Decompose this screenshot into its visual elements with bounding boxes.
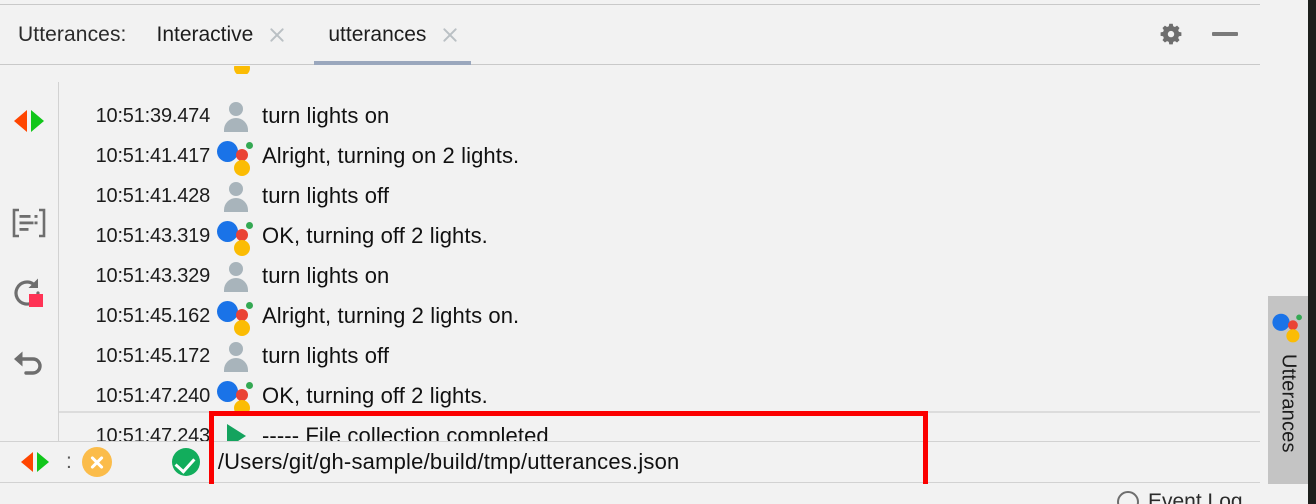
play-icon: [210, 424, 262, 441]
user-icon: [210, 181, 262, 212]
tab-utterances[interactable]: utterances: [314, 5, 472, 65]
tool-window-title: Utterances:: [18, 22, 127, 46]
log-message: OK, turning off 2 lights.: [262, 383, 488, 408]
user-icon: [210, 101, 262, 132]
header-actions: [1158, 22, 1260, 48]
undo-arrow-icon: [12, 350, 46, 385]
log-timestamp: 10:51:41.428: [95, 184, 211, 207]
log-row[interactable]: 10:51:45.162 Alright, turning 2 lights o…: [58, 296, 1260, 336]
tab-label: utterances: [328, 22, 427, 46]
tab-label: Interactive: [156, 22, 254, 46]
tool-window-button-utterances[interactable]: Utterances: [1268, 296, 1308, 484]
log-timestamp: 10:51:43.319: [95, 224, 211, 247]
log-timestamp: 10:51:41.417: [95, 144, 211, 167]
right-gap: [1260, 0, 1268, 504]
log-timestamp: 10:51:47.240: [95, 384, 211, 407]
assistant-icon: [210, 298, 262, 336]
log-row[interactable]: 10:51:47.240 OK, turning off 2 lights.: [58, 376, 1260, 416]
desktop-edge: [1308, 0, 1316, 504]
event-log-button[interactable]: Event Log: [1117, 490, 1243, 504]
warning-x-circle-icon[interactable]: [81, 447, 112, 477]
wrap-text-icon: [12, 208, 46, 243]
soft-wrap-button[interactable]: [8, 204, 50, 246]
gutter-divider: [58, 82, 59, 444]
log-message: turn lights on: [262, 103, 390, 128]
rerun-with-stop-icon: [12, 277, 46, 314]
log-row[interactable]: 10:51:41.428 turn lights off: [58, 176, 1260, 216]
left-toolbar: [0, 66, 58, 441]
gear-icon[interactable]: [1158, 22, 1184, 48]
status-bar: : /Users/git/gh-sample/build/tmp/utteran…: [0, 441, 1260, 483]
user-icon: [210, 261, 262, 292]
log-timestamp: 10:51:45.162: [95, 304, 211, 327]
partial-assistant-icon: [210, 66, 262, 74]
log-row[interactable]: 10:51:43.319 OK, turning off 2 lights.: [58, 216, 1260, 256]
log-message: Alright, turning on 2 lights.: [262, 143, 520, 168]
rerun-stop-button[interactable]: [8, 274, 50, 316]
log-message: turn lights on: [262, 263, 390, 288]
log-timestamp: 10:51:47.243: [95, 424, 211, 442]
assistant-icon: [210, 218, 262, 256]
active-tab-underline: [314, 60, 472, 65]
log-message: turn lights off: [262, 183, 390, 208]
status-run-button[interactable]: [18, 451, 52, 473]
log-message: ----- File collection completed: [262, 423, 549, 441]
log-output-area[interactable]: 10:51:39.474 turn lights on 10:51:41.417…: [58, 66, 1260, 441]
log-timestamp: 10:51:43.329: [95, 264, 211, 287]
circle-icon: [1117, 491, 1139, 504]
log-row[interactable]: 10:51:41.417 Alright, turning on 2 light…: [58, 136, 1260, 176]
bottom-bar: [0, 484, 1260, 504]
result-line[interactable]: /Users/git/gh-sample/build/tmp/utterance…: [171, 448, 680, 476]
success-check-icon: [171, 448, 200, 476]
close-icon[interactable]: [267, 25, 286, 44]
log-timestamp: 10:51:45.172: [95, 344, 211, 367]
log-timestamp: 10:51:39.474: [95, 104, 211, 127]
result-file-path: /Users/git/gh-sample/build/tmp/utterance…: [217, 449, 680, 474]
close-icon[interactable]: [440, 25, 459, 44]
minimize-icon[interactable]: [1212, 31, 1238, 36]
log-message: Alright, turning 2 lights on.: [262, 303, 520, 328]
ide-tool-window: Utterances: Interactive utterances 10:51…: [0, 0, 1316, 504]
assistant-icon: [1272, 311, 1303, 343]
left-right-triangles-icon: [10, 108, 48, 139]
user-icon: [210, 341, 262, 372]
log-row[interactable]: 10:51:45.172 turn lights off: [58, 336, 1260, 376]
log-message: turn lights off: [262, 343, 390, 368]
log-row[interactable]: 10:51:43.329 turn lights on: [58, 256, 1260, 296]
log-row[interactable]: 10:51:39.474 turn lights on: [58, 96, 1260, 136]
assistant-icon: [210, 378, 262, 416]
toggle-diff-button[interactable]: [8, 102, 50, 144]
log-row[interactable]: 10:51:47.243 ----- File collection compl…: [58, 416, 1260, 441]
event-log-label: Event Log: [1148, 490, 1243, 504]
tab-interactive[interactable]: Interactive: [142, 5, 298, 65]
tool-window-button-label: Utterances: [1277, 354, 1300, 453]
row-separator: [58, 411, 1260, 413]
assistant-icon: [210, 138, 262, 176]
log-message: OK, turning off 2 lights.: [262, 223, 488, 248]
undo-button[interactable]: [8, 346, 50, 388]
tool-window-header: Utterances: Interactive utterances: [0, 5, 1260, 65]
